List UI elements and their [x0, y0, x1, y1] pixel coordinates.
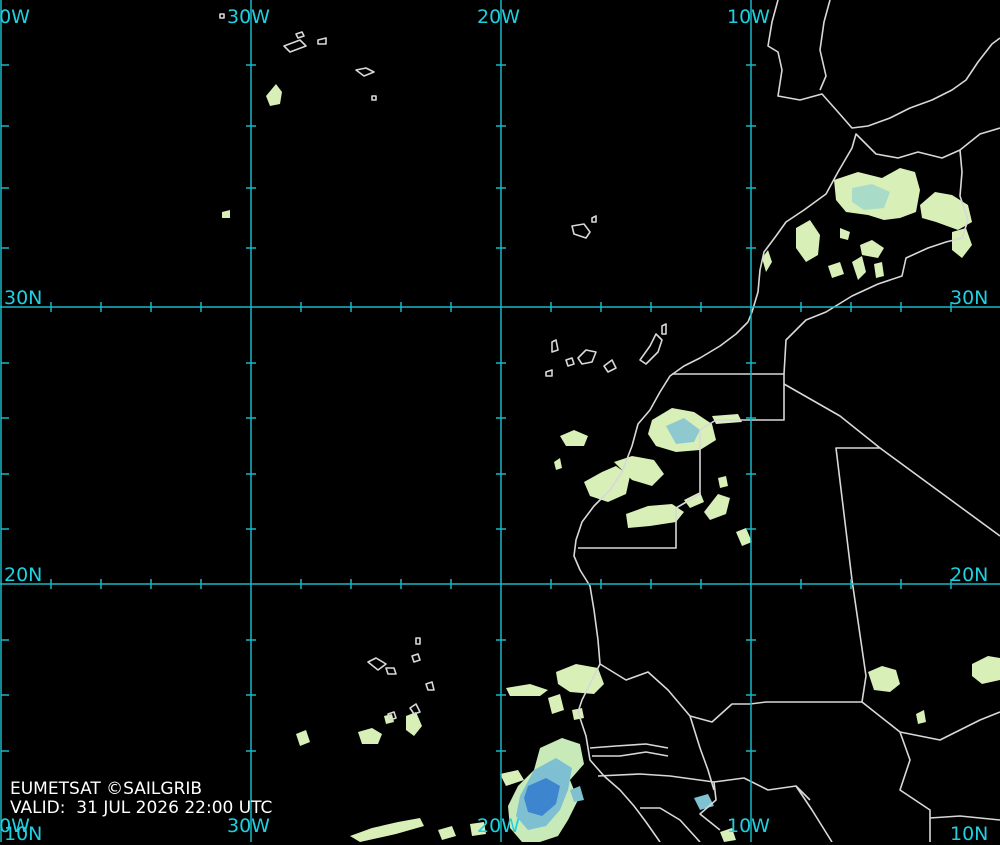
- meridian-label-20w-bottom: 20W: [477, 815, 520, 837]
- satellite-map: [0, 0, 1000, 842]
- valid-time: VALID: 31 JUL 2026 22:00 UTC: [10, 799, 272, 817]
- meridian-label-30w-bottom: 30W: [227, 815, 270, 837]
- valid-prefix: VALID:: [10, 798, 66, 818]
- parallel-label-10n-left: 10N: [4, 823, 43, 845]
- meridian-label-20w-top: 20W: [477, 6, 520, 28]
- valid-timestamp: 31 JUL 2026 22:00 UTC: [76, 798, 273, 818]
- parallel-label-30n-left: 30N: [4, 287, 43, 309]
- parallel-label-30n-right: 30N: [950, 287, 989, 309]
- parallel-label-20n-left: 20N: [4, 564, 43, 586]
- parallel-label-20n-right: 20N: [950, 564, 989, 586]
- source-credit: EUMETSAT ©SAILGRIB: [10, 779, 203, 799]
- meridian-label-30w-top: 30W: [227, 6, 270, 28]
- parallel-label-10n-right: 10N: [950, 823, 989, 845]
- meridian-label-10w-top: 10W: [727, 6, 770, 28]
- meridian-label-10w-bottom: 10W: [727, 815, 770, 837]
- meridian-label-40w-top: 40W: [0, 6, 30, 28]
